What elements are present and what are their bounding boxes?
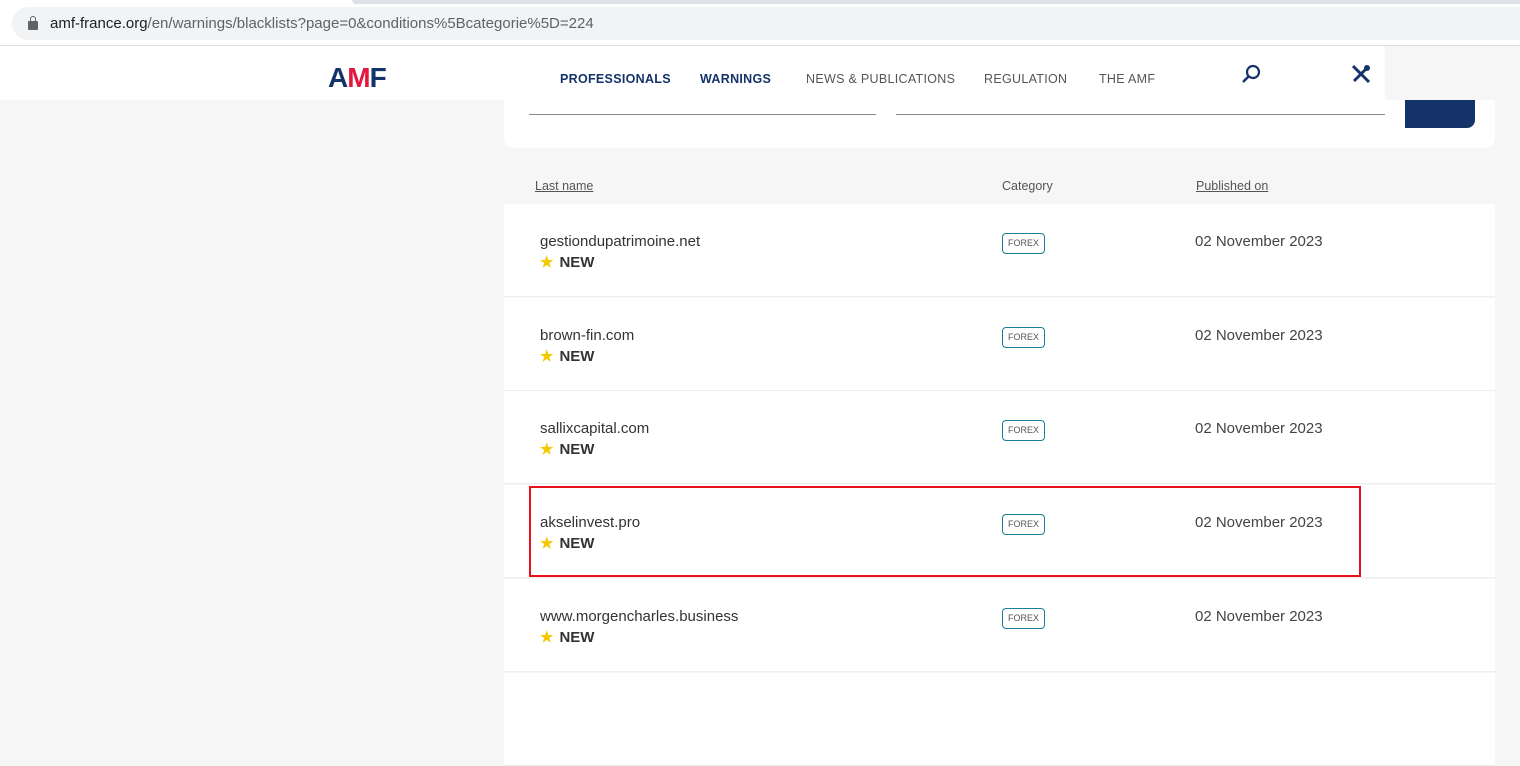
entity-name[interactable]: gestiondupatrimoine.net xyxy=(540,233,700,250)
tools-icon[interactable] xyxy=(1350,63,1372,85)
sort-last-name[interactable]: Last name xyxy=(535,179,593,193)
browser-bar: amf-france.org/en/warnings/blacklists?pa… xyxy=(0,0,1520,46)
table-row[interactable] xyxy=(504,673,1495,766)
header-category: Category xyxy=(1002,179,1053,193)
new-label: ★ NEW xyxy=(540,441,595,458)
nav-professionals[interactable]: PROFESSIONALS xyxy=(560,72,671,86)
published-date: 02 November 2023 xyxy=(1195,233,1323,250)
table-row[interactable]: sallixcapital.com ★ NEW FOREX 02 November… xyxy=(504,391,1495,484)
star-icon: ★ xyxy=(540,441,554,458)
filter-input-category[interactable] xyxy=(896,114,1385,115)
amf-logo[interactable]: AMF xyxy=(328,62,387,94)
url-host: amf-france.org xyxy=(50,15,148,32)
entity-name[interactable]: sallixcapital.com xyxy=(540,420,649,437)
tab-strip xyxy=(352,0,1520,4)
published-date: 02 November 2023 xyxy=(1195,608,1323,625)
search-icon[interactable] xyxy=(1240,63,1262,85)
nav-the-amf[interactable]: THE AMF xyxy=(1099,72,1155,86)
filter-input-name[interactable] xyxy=(529,114,876,115)
new-label: ★ NEW xyxy=(540,254,595,271)
category-badge: FOREX xyxy=(1002,420,1046,441)
highlight-box xyxy=(529,486,1361,577)
search-submit-button[interactable] xyxy=(1405,100,1475,128)
published-date: 02 November 2023 xyxy=(1195,327,1323,344)
star-icon: ★ xyxy=(540,348,554,365)
lock-icon xyxy=(28,16,38,30)
address-bar[interactable]: amf-france.org/en/warnings/blacklists?pa… xyxy=(12,7,1520,40)
table-row[interactable]: brown-fin.com ★ NEW FOREX 02 November 202… xyxy=(504,298,1495,391)
new-label: ★ NEW xyxy=(540,629,595,646)
site-header xyxy=(0,46,1385,100)
table-row[interactable]: gestiondupatrimoine.net ★ NEW FOREX 02 No… xyxy=(504,204,1495,297)
category-badge: FOREX xyxy=(1002,327,1046,348)
filter-panel xyxy=(504,100,1495,148)
published-date: 02 November 2023 xyxy=(1195,420,1323,437)
category-badge: FOREX xyxy=(1002,233,1046,254)
table-row[interactable]: www.morgencharles.business ★ NEW FOREX 02… xyxy=(504,579,1495,672)
category-badge: FOREX xyxy=(1002,608,1046,629)
nav-news-publications[interactable]: NEWS & PUBLICATIONS xyxy=(806,72,955,86)
nav-regulation[interactable]: REGULATION xyxy=(984,72,1067,86)
sort-published-on[interactable]: Published on xyxy=(1196,179,1268,193)
url-path: /en/warnings/blacklists?page=0&condition… xyxy=(147,15,594,32)
star-icon: ★ xyxy=(540,629,554,646)
nav-warnings[interactable]: WARNINGS xyxy=(700,72,771,86)
entity-name[interactable]: brown-fin.com xyxy=(540,327,634,344)
entity-name[interactable]: www.morgencharles.business xyxy=(540,608,738,625)
new-label: ★ NEW xyxy=(540,348,595,365)
star-icon: ★ xyxy=(540,254,554,271)
